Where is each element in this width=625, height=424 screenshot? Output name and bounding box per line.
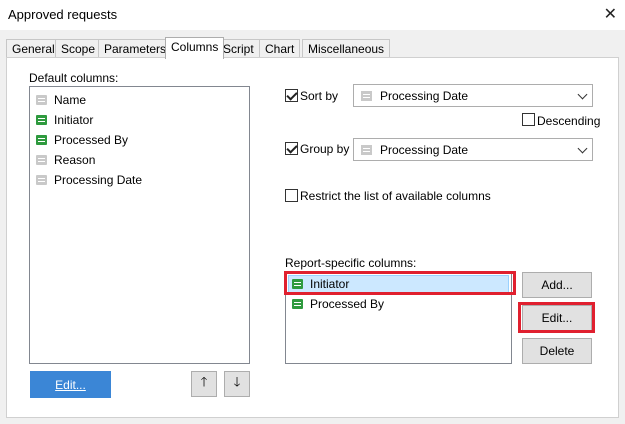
move-down-button[interactable]: 🡓 [224,371,250,397]
default-edit-label: Edit... [55,377,86,392]
list-item-label: Reason [54,153,96,167]
list-item[interactable]: Processed By [36,130,128,150]
column-icon [36,135,47,145]
list-item[interactable]: Initiator [36,110,93,130]
add-label: Add... [541,278,573,292]
sort-by-select[interactable]: Processing Date [353,84,593,107]
title-bar: Approved requests ✕ [0,0,625,30]
restrict-label[interactable]: Restrict the list of available columns [300,189,491,203]
list-item-label: Name [54,93,87,107]
window-title: Approved requests [8,7,118,22]
group-by-checkbox[interactable] [285,142,298,155]
report-columns-label: Report-specific columns: [285,256,417,270]
list-item-label: Processed By [54,133,129,147]
descending-label[interactable]: Descending [537,114,600,128]
tab-general[interactable]: General [6,39,61,58]
delete-label: Delete [539,344,575,358]
column-icon [36,95,47,105]
list-item-label: Processing Date [54,173,143,187]
column-icon [36,155,47,165]
default-columns-label: Default columns: [29,71,119,85]
edit-highlight [518,302,595,333]
list-item-label: Processed By [310,297,385,311]
group-by-select[interactable]: Processing Date [353,138,593,161]
arrow-up-icon: 🡑 [200,374,208,389]
initiator-highlight [284,271,516,295]
column-icon [292,299,303,309]
group-by-value: Processing Date [380,142,469,157]
chevron-down-icon [577,143,588,154]
group-by-label[interactable]: Group by [300,142,349,156]
close-icon[interactable]: ✕ [604,4,617,24]
default-columns-list[interactable]: Name Initiator Processed By Reason Proce… [29,86,250,364]
tab-chart[interactable]: Chart [259,39,301,58]
descending-checkbox[interactable] [522,113,535,126]
delete-button[interactable]: Delete [522,338,592,364]
list-item[interactable]: Reason [36,150,95,170]
column-icon [36,175,47,185]
column-icon [36,115,47,125]
sort-by-value: Processing Date [380,88,469,103]
add-button[interactable]: Add... [522,272,592,298]
tab-miscellaneous[interactable]: Miscellaneous [302,39,391,58]
sort-by-label[interactable]: Sort by [300,89,338,103]
tab-columns[interactable]: Columns [165,37,225,59]
default-edit-button[interactable]: Edit... [30,371,111,398]
restrict-checkbox[interactable] [285,189,298,202]
list-item[interactable]: Name [36,90,86,110]
tab-scope[interactable]: Scope [55,39,102,58]
column-icon [361,90,372,101]
sort-by-checkbox[interactable] [285,89,298,102]
list-item[interactable]: Processed By [292,294,384,314]
list-item-label: Initiator [54,113,94,127]
chevron-down-icon [577,89,588,100]
move-up-button[interactable]: 🡑 [191,371,217,397]
column-icon [361,144,372,155]
list-item[interactable]: Processing Date [36,170,142,190]
arrow-down-icon: 🡓 [233,374,241,389]
tab-parameters[interactable]: Parameters [98,39,173,58]
